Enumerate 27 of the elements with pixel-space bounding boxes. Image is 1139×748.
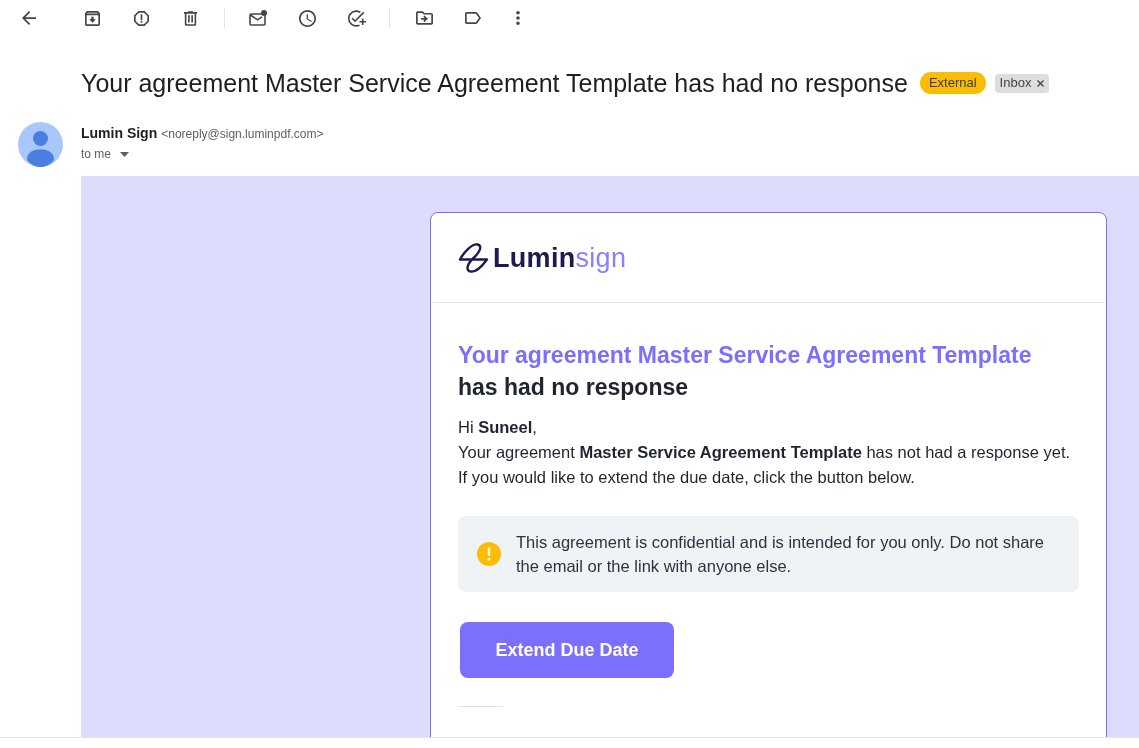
- recipient-dropdown[interactable]: to me: [81, 146, 129, 162]
- close-icon[interactable]: [1037, 79, 1045, 87]
- message-heading: Your agreement Master Service Agreement Template has had no response: [458, 341, 1033, 402]
- more-icon[interactable]: [516, 11, 520, 25]
- logo-text: Luminsign: [493, 241, 627, 274]
- extend-due-date-button[interactable]: Extend Due Date: [460, 622, 674, 678]
- label-chip: Inbox: [994, 73, 1050, 93]
- greeting-text: Hi Suneel,: [458, 417, 538, 438]
- archive-icon[interactable]: [84, 10, 100, 26]
- clock-icon[interactable]: [298, 9, 316, 27]
- caret-down-icon[interactable]: [120, 151, 129, 157]
- message-text: Your agreement Master Service Agreement Template has not had a response yet.: [458, 442, 1072, 463]
- check-plus-icon[interactable]: [348, 9, 366, 27]
- trash-icon[interactable]: [183, 10, 197, 26]
- alert-circle-icon: [477, 542, 501, 566]
- tag-icon[interactable]: [465, 12, 481, 24]
- logo-mark-icon: [458, 242, 489, 273]
- arrow-left-icon[interactable]: [22, 11, 36, 25]
- octagon-alert-icon[interactable]: [133, 10, 149, 26]
- sender-email: <noreply@sign.luminpdf.com>: [161, 126, 324, 143]
- email-subject: Your agreement Master Service Agreement Template has had no response: [81, 68, 908, 99]
- sender-name: Lumin Sign: [81, 124, 158, 143]
- label-chip: External: [919, 72, 986, 94]
- avatar-silhouette-icon: [18, 122, 63, 167]
- folder-arrow-icon[interactable]: [415, 11, 433, 25]
- message-text: If you would like to extend the due date, click the button below.: [458, 467, 916, 488]
- notice-text: This agreement is confidential and is intended for you only. Do not share the email or the link with anyone else.: [516, 532, 1045, 577]
